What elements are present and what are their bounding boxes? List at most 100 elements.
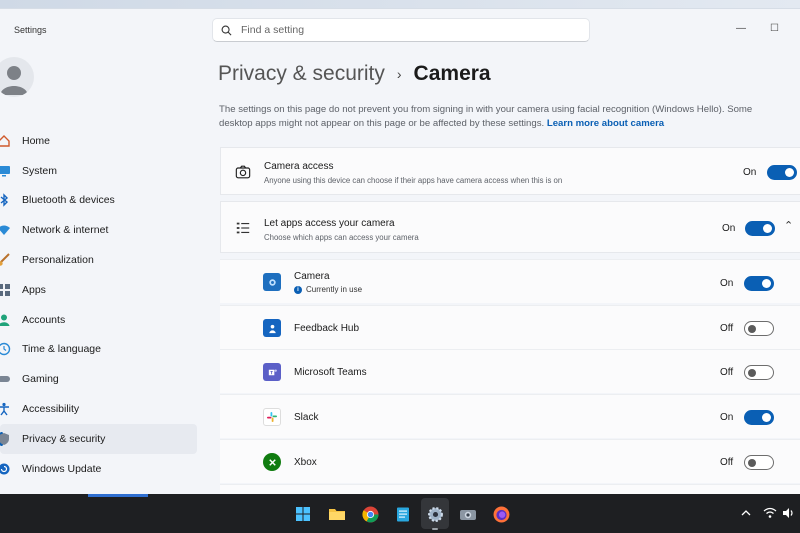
let-apps-access-card[interactable]: Let apps access your camera Choose which… (220, 201, 800, 253)
gamepad-icon (0, 371, 12, 387)
sidebar-item-label: Windows Update (22, 462, 102, 475)
breadcrumb-parent[interactable]: Privacy & security (218, 62, 385, 86)
sidebar-item-home[interactable]: Home (0, 126, 200, 156)
firefox-icon[interactable] (491, 504, 511, 524)
camera-app-icon (263, 273, 281, 291)
shield-icon (0, 431, 12, 447)
page-title: Camera (413, 62, 491, 85)
sidebar-item-gaming[interactable]: Gaming (0, 364, 200, 394)
app-title: Settings (14, 25, 47, 35)
sidebar-item-label: Gaming (22, 373, 59, 386)
taskbar (0, 494, 800, 533)
apps-icon (0, 282, 12, 298)
sidebar-item-time-language[interactable]: Time & language (0, 335, 200, 365)
file-explorer-icon[interactable] (327, 504, 347, 524)
sidebar-item-system[interactable]: System (0, 156, 200, 186)
camera-access-subtitle: Anyone using this device can choose if t… (264, 176, 563, 185)
avatar[interactable] (0, 57, 34, 97)
notepad-icon[interactable] (393, 504, 413, 524)
app-row-slack: Slack On (220, 394, 800, 438)
description-line-1: The settings on this page do not prevent… (219, 104, 753, 115)
sidebar-item-network[interactable]: Network & internet (0, 215, 200, 245)
wifi-icon (0, 222, 12, 238)
sidebar-item-bluetooth[interactable]: Bluetooth & devices (0, 186, 200, 216)
bluetooth-icon (0, 192, 12, 208)
globe-clock-icon (0, 341, 12, 357)
app-name: Slack (294, 412, 319, 423)
xbox-toggle[interactable] (744, 455, 774, 470)
home-icon (0, 133, 12, 149)
settings-window: Settings — ☐ Home System Bluetooth & dev… (0, 8, 800, 494)
app-state: Off (720, 457, 734, 468)
volume-icon[interactable] (782, 506, 796, 518)
chevron-up-icon[interactable]: ⌃ (784, 219, 793, 232)
app-state: Off (720, 323, 734, 334)
chrome-icon[interactable] (360, 504, 380, 524)
sidebar-item-label: Apps (22, 283, 46, 296)
sidebar-item-accessibility[interactable]: Accessibility (0, 394, 200, 424)
brush-icon (0, 252, 12, 268)
in-use-status: i Currently in use (294, 285, 362, 294)
sidebar-item-label: Accounts (22, 313, 66, 326)
feedback-hub-toggle[interactable] (744, 321, 774, 336)
app-row-microsoft-teams: Microsoft Teams Off (220, 349, 800, 393)
info-icon: i (294, 285, 302, 294)
camera-access-title: Camera access (264, 161, 334, 172)
settings-gear-icon[interactable] (425, 504, 445, 524)
let-apps-state: On (722, 223, 736, 234)
learn-more-link[interactable]: Learn more about camera (547, 118, 664, 129)
sidebar-item-apps[interactable]: Apps (0, 275, 200, 305)
camera-app-toggle[interactable] (744, 276, 774, 291)
sidebar-item-label: System (22, 164, 58, 177)
sidebar-item-label: Time & language (22, 343, 101, 356)
search-icon (221, 25, 232, 35)
app-name: Camera (294, 271, 330, 282)
sidebar-item-label: Network & internet (22, 224, 109, 237)
sidebar-nav: Home System Bluetooth & devices Network … (0, 126, 200, 484)
let-apps-subtitle: Choose which apps can access your camera (264, 233, 419, 242)
search-box[interactable] (212, 18, 590, 42)
person-icon (0, 312, 12, 328)
breadcrumb-separator: › (396, 66, 402, 82)
sidebar-item-windows-update[interactable]: Windows Update (0, 454, 200, 484)
sidebar-item-label: Accessibility (22, 403, 80, 416)
teams-icon (263, 363, 281, 381)
slack-icon (263, 408, 281, 426)
in-use-text: Currently in use (306, 285, 363, 294)
camera-access-toggle[interactable] (767, 165, 797, 180)
accessibility-icon (0, 401, 12, 417)
camera-taskbar-icon[interactable] (458, 504, 478, 524)
sidebar-item-label: Personalization (22, 254, 94, 267)
update-icon (0, 461, 12, 477)
sidebar-item-personalization[interactable]: Personalization (0, 245, 200, 275)
sidebar-item-label: Bluetooth & devices (22, 194, 115, 207)
search-input[interactable] (241, 24, 571, 36)
breadcrumb: Privacy & security › Camera (218, 62, 491, 86)
app-name: Microsoft Teams (294, 367, 367, 378)
chevron-up-icon[interactable] (740, 506, 752, 518)
sidebar-item-privacy-security[interactable]: Privacy & security (0, 423, 197, 454)
maximize-button[interactable]: ☐ (770, 23, 779, 34)
feedback-hub-icon (263, 319, 281, 337)
active-app-indicator (432, 528, 438, 530)
monitor-icon (0, 163, 12, 179)
camera-icon (234, 163, 252, 181)
user-avatar-icon (0, 66, 28, 95)
windows-start-icon[interactable] (293, 504, 313, 524)
wifi-tray-icon[interactable] (763, 506, 777, 518)
sidebar-item-label: Privacy & security (22, 432, 106, 445)
let-apps-toggle[interactable] (745, 221, 775, 236)
minimize-button[interactable]: — (736, 23, 746, 34)
app-row-feedback-hub: Feedback Hub Off (220, 305, 800, 349)
teams-toggle[interactable] (744, 365, 774, 380)
app-state: On (720, 278, 734, 289)
camera-access-state: On (743, 167, 757, 178)
slack-toggle[interactable] (744, 410, 774, 425)
app-row-partial (220, 484, 800, 494)
page-description: The settings on this page do not prevent… (219, 103, 800, 131)
sidebar-item-accounts[interactable]: Accounts (0, 305, 200, 335)
sidebar-item-label: Home (22, 134, 51, 147)
app-state: On (720, 412, 734, 423)
camera-access-card: Camera access Anyone using this device c… (220, 147, 800, 195)
app-row-xbox: Xbox Off (220, 439, 800, 483)
